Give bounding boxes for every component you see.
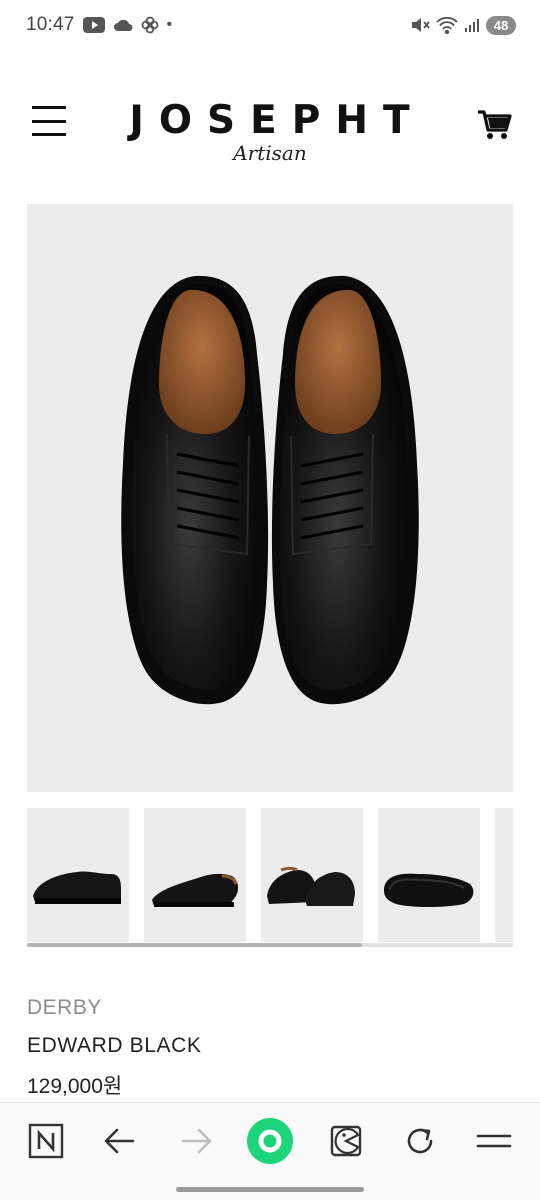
product-name: EDWARD BLACK	[27, 1034, 202, 1057]
status-time: 10:47	[26, 14, 75, 35]
pacman-icon[interactable]	[326, 1121, 366, 1161]
refresh-icon[interactable]	[400, 1121, 440, 1161]
thumbnail-2[interactable]	[144, 808, 246, 942]
mute-icon	[410, 16, 430, 34]
brand-logo[interactable]: JOSEPHT Artisan	[110, 98, 430, 165]
thumbnail-scrollbar-thumb[interactable]	[27, 943, 363, 947]
youtube-icon	[82, 17, 105, 33]
pinwheel-icon	[141, 16, 159, 34]
back-arrow-icon[interactable]	[100, 1121, 140, 1161]
forward-arrow-icon[interactable]	[176, 1121, 216, 1161]
status-right: 48	[410, 15, 516, 35]
product-category: DERBY	[27, 996, 102, 1019]
right-shoe	[271, 275, 419, 705]
gesture-navigation-bar[interactable]	[176, 1187, 364, 1192]
browser-bottom-bar	[0, 1102, 540, 1200]
brand-subtitle: Artisan	[233, 141, 307, 165]
menu-icon[interactable]	[474, 1121, 514, 1161]
wifi-icon	[436, 16, 458, 34]
thumbnail-3[interactable]	[261, 808, 363, 942]
site-header: JOSEPHT Artisan	[0, 80, 540, 180]
product-main-image[interactable]	[27, 204, 513, 792]
thumbnail-scrollbar[interactable]	[27, 943, 513, 947]
brand-name: JOSEPHT	[129, 98, 425, 143]
status-left: 10:47 •	[26, 14, 172, 36]
thumbnail-1[interactable]	[27, 808, 129, 942]
thumbnail-5[interactable]	[495, 808, 513, 942]
thumbnail-strip[interactable]	[27, 808, 513, 942]
signal-icon	[464, 17, 480, 33]
thumbnail-4[interactable]	[378, 808, 480, 942]
naver-n-icon[interactable]	[26, 1121, 66, 1161]
shopping-cart-icon[interactable]	[476, 106, 512, 142]
status-bar: 10:47 • 48	[0, 0, 540, 50]
menu-line	[32, 119, 66, 123]
left-shoe	[121, 275, 269, 705]
product-price: 129,000원	[27, 1075, 123, 1098]
green-home-icon[interactable]	[246, 1117, 294, 1165]
hamburger-menu-icon[interactable]	[32, 106, 66, 136]
battery-indicator: 48	[486, 15, 516, 35]
menu-line	[32, 133, 66, 136]
cloud-icon	[113, 18, 133, 32]
status-dot: •	[166, 16, 173, 33]
menu-line	[32, 106, 66, 109]
